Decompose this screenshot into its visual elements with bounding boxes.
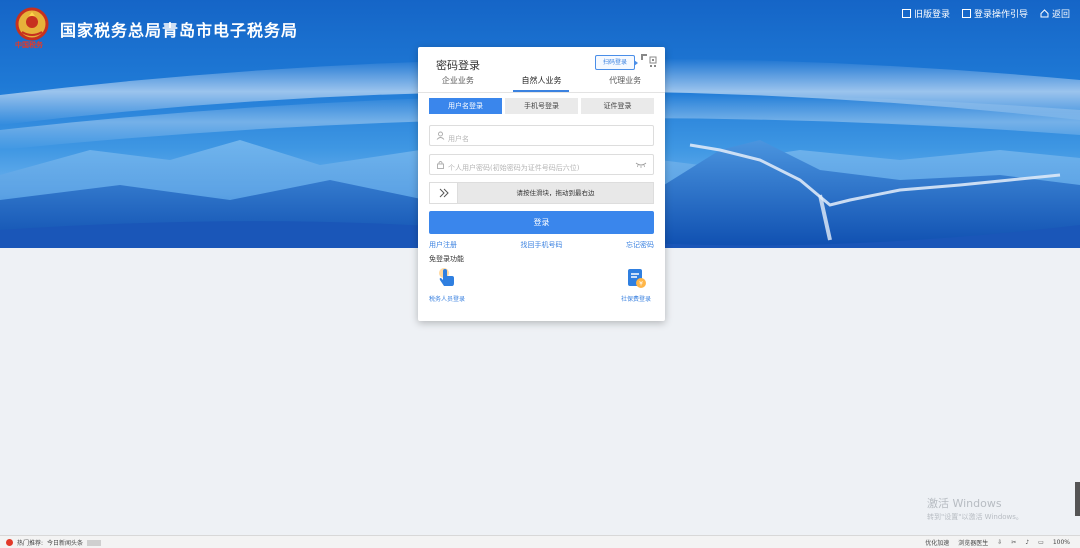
hot-icon xyxy=(6,539,13,546)
register-link[interactable]: 用户注册 xyxy=(429,240,457,250)
login-guide-link[interactable]: 登录操作引导 xyxy=(961,7,1028,20)
hide-password-icon[interactable] xyxy=(635,162,647,168)
home-icon xyxy=(1040,9,1049,18)
user-icon xyxy=(436,131,445,140)
tab-phone-login[interactable]: 手机号登录 xyxy=(505,98,578,114)
top-header: 中国税务 国家税务总局青岛市电子税务局 旧版登录 登录操作引导 返回 xyxy=(0,0,1080,49)
browser-doctor-button[interactable]: 浏览器医生 xyxy=(958,538,988,547)
old-version-login-link[interactable]: 旧版登录 xyxy=(901,7,950,20)
back-label: 返回 xyxy=(1051,10,1070,20)
tab-certificate-login[interactable]: 证件登录 xyxy=(581,98,654,114)
tabs-divider xyxy=(418,92,665,93)
qr-login-tip[interactable]: 扫码登录 xyxy=(595,55,638,70)
old-version-login-label: 旧版登录 xyxy=(913,10,950,20)
login-button[interactable]: 登录 xyxy=(429,211,654,234)
password-input[interactable] xyxy=(430,158,653,178)
tax-staff-login[interactable]: 税务人员登录 xyxy=(425,267,469,304)
side-float-tab[interactable] xyxy=(1075,482,1080,516)
helper-links: 用户注册 找回手机号码 忘记密码 xyxy=(429,240,654,250)
no-login-label: 免登录功能 xyxy=(429,255,464,263)
news-badge xyxy=(87,539,102,546)
login-guide-label: 登录操作引导 xyxy=(973,10,1028,20)
windows-activation-watermark: 激活 Windows 转到"设置"以激活 Windows。 xyxy=(927,495,1023,522)
username-field-wrapper xyxy=(429,125,654,149)
window-icon[interactable]: ▭ xyxy=(1038,539,1044,546)
hot-news-link[interactable]: 今日新闻头条 xyxy=(47,538,83,547)
password-field-wrapper xyxy=(429,154,654,178)
speed-up-button[interactable]: 优化加速 xyxy=(925,538,949,547)
login-title: 密码登录 xyxy=(436,59,480,72)
book-icon xyxy=(961,9,971,18)
hand-pointer-icon xyxy=(439,268,454,286)
tax-staff-login-label: 税务人员登录 xyxy=(428,296,465,303)
slider-hint: 请按住滑块，拖动到最右边 xyxy=(516,189,595,197)
lock-icon xyxy=(437,161,444,169)
site-title: 国家税务总局青岛市电子税务局 xyxy=(60,23,299,40)
username-input[interactable] xyxy=(430,129,653,149)
browser-status-bar: 热门推荐: 今日新闻头条 优化加速 浏览器医生 ⇩ ✂ ♪ ▭ 100% xyxy=(0,535,1080,548)
back-link[interactable]: 返回 xyxy=(1040,7,1070,20)
tax-emblem-icon xyxy=(15,7,49,41)
slide-verify: 请按住滑块，拖动到最右边 xyxy=(429,182,654,204)
header-links: 旧版登录 登录操作引导 返回 xyxy=(901,7,1070,20)
hot-label: 热门推荐: xyxy=(17,540,44,547)
tab-natural-person[interactable]: 自然人业务 xyxy=(513,75,570,92)
tab-agent[interactable]: 代理业务 xyxy=(601,75,649,92)
social-security-login-label: 社保费登录 xyxy=(620,296,651,303)
qr-code-icon[interactable] xyxy=(639,52,659,72)
login-mode-tabs: 用户名登录 手机号登录 证件登录 xyxy=(429,98,654,114)
slider-handle[interactable] xyxy=(430,183,458,203)
document-coin-icon: ¥ xyxy=(628,269,646,288)
double-chevron-right-icon xyxy=(439,188,449,198)
download-icon[interactable]: ⇩ xyxy=(997,539,1002,546)
zoom-level[interactable]: 100% xyxy=(1053,539,1070,546)
status-left: 热门推荐: 今日新闻头条 xyxy=(6,538,102,547)
tab-username-login[interactable]: 用户名登录 xyxy=(429,98,502,114)
svg-text:¥: ¥ xyxy=(639,281,643,288)
watermark-title: 激活 Windows xyxy=(927,497,1002,510)
recover-phone-link[interactable]: 找回手机号码 xyxy=(521,240,563,250)
status-right: 优化加速 浏览器医生 ⇩ ✂ ♪ ▭ 100% xyxy=(925,538,1070,547)
tab-enterprise[interactable]: 企业业务 xyxy=(434,75,482,92)
social-security-login[interactable]: ¥ 社保费登录 xyxy=(614,267,658,304)
business-tabs: 企业业务 自然人业务 代理业务 xyxy=(418,75,665,92)
window-icon xyxy=(901,9,911,18)
sound-icon[interactable]: ♪ xyxy=(1025,539,1029,546)
emblem-caption: 中国税务 xyxy=(15,40,43,49)
login-card: 密码登录 扫码登录 企业业务 自然人业务 代理业务 用户名登录 手机号登录 证件… xyxy=(418,47,665,321)
forgot-password-link[interactable]: 忘记密码 xyxy=(626,240,654,250)
screenshot-icon[interactable]: ✂ xyxy=(1011,539,1016,546)
watermark-subtitle: 转到"设置"以激活 Windows。 xyxy=(927,513,1023,521)
